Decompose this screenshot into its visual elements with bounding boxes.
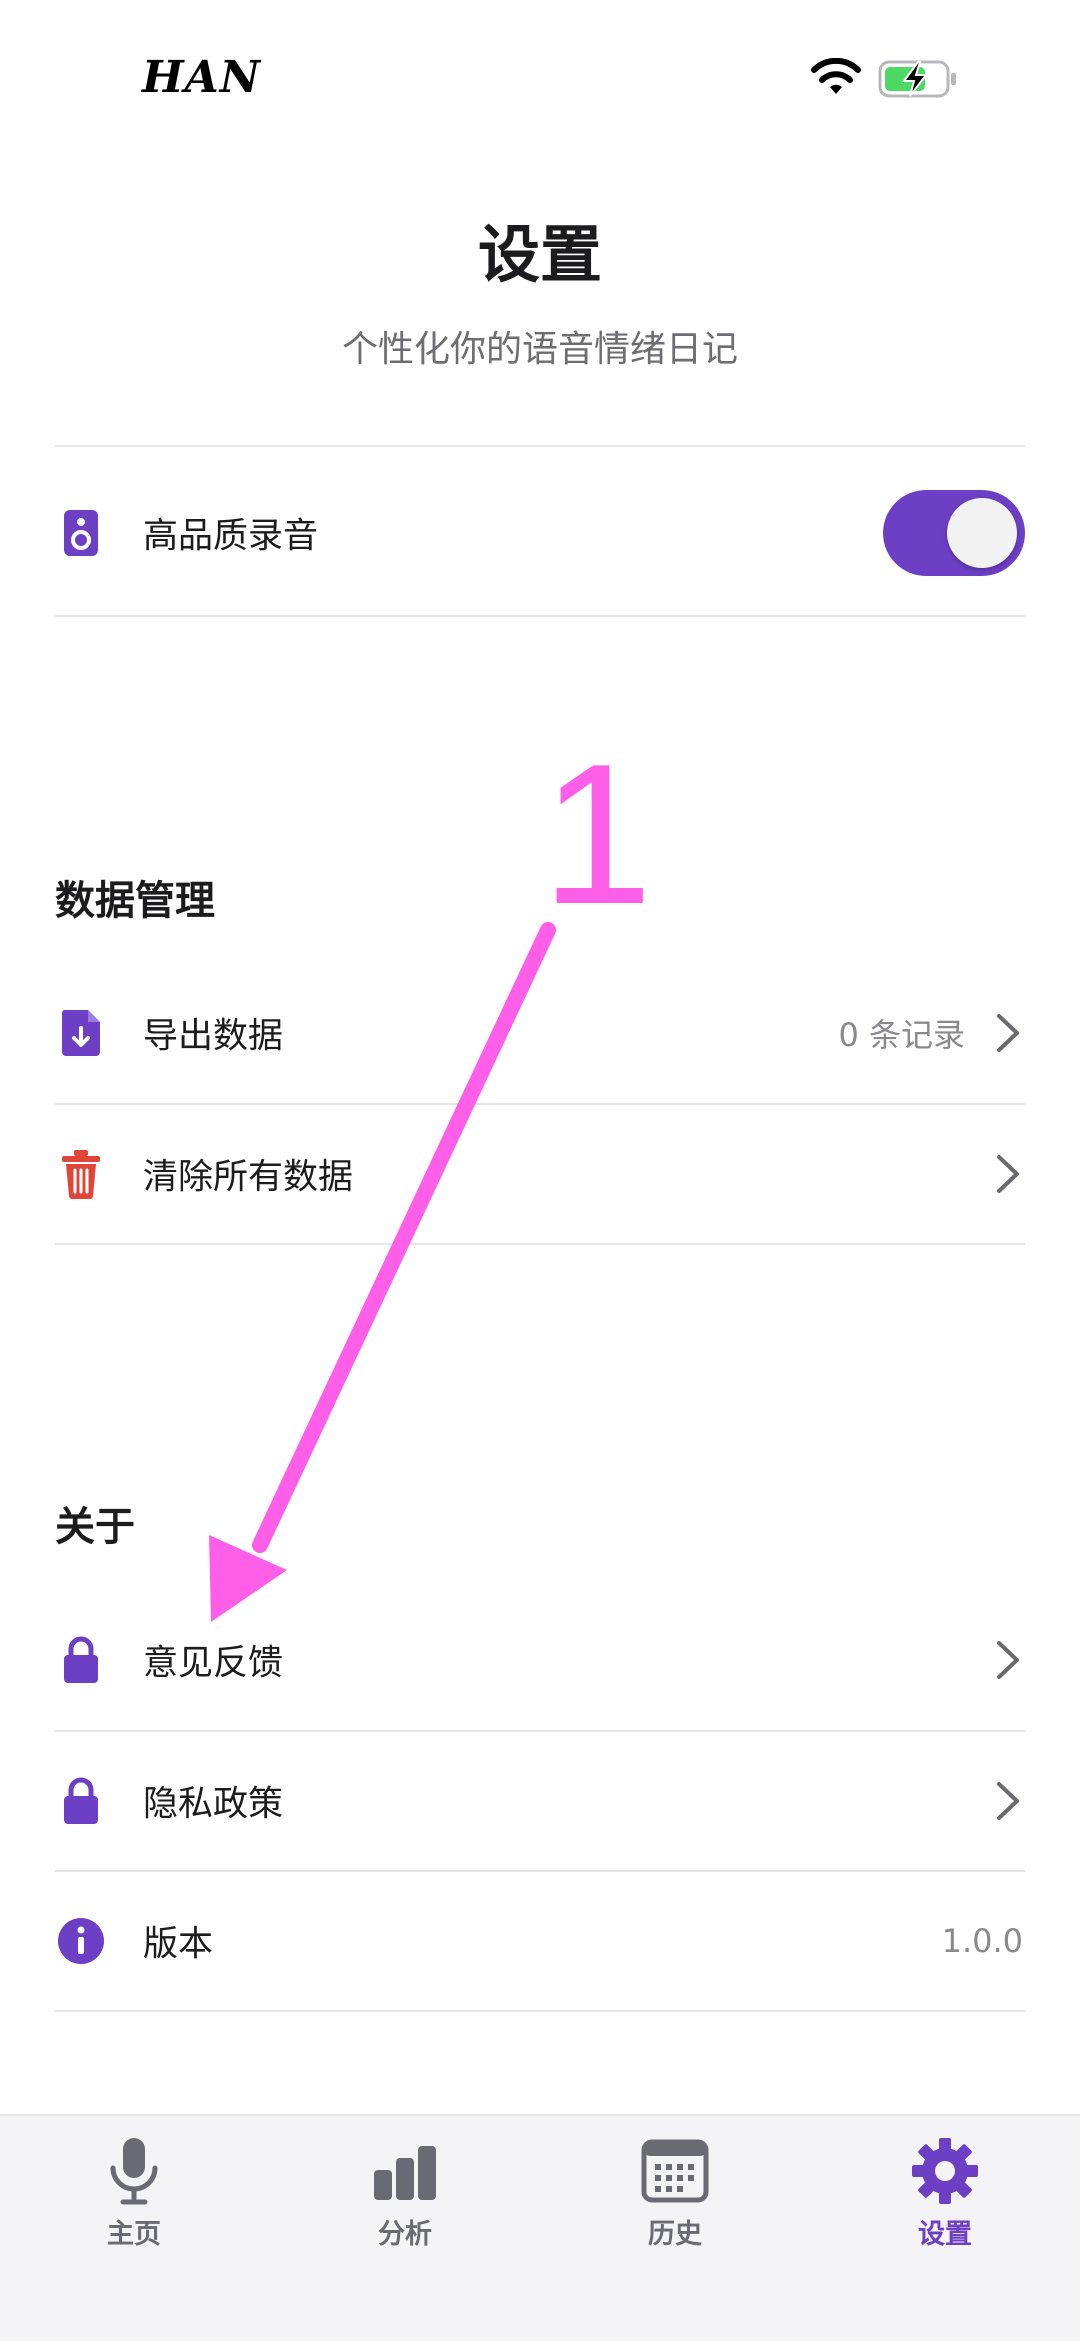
annotation-marker: 1 <box>541 723 652 946</box>
speaker-icon <box>55 507 107 559</box>
tab-settings-label: 设置 <box>918 2219 972 2250</box>
bar-chart-icon <box>374 2146 436 2200</box>
tab-analysis-label: 分析 <box>378 2219 432 2250</box>
trash-icon <box>55 1148 107 1200</box>
export-data-label: 导出数据 <box>143 1016 284 1057</box>
tab-history-label: 历史 <box>648 2219 702 2250</box>
divider <box>55 2010 1025 2012</box>
microphone-icon <box>110 2138 158 2205</box>
version-label: 版本 <box>143 1924 214 1965</box>
export-data-row[interactable]: 导出数据 0 条记录 <box>55 963 1025 1103</box>
tab-home[interactable]: 主页 <box>64 2136 204 2276</box>
lock-icon <box>55 1634 107 1686</box>
section-title-data-management: 数据管理 <box>55 878 215 924</box>
export-file-icon <box>55 1007 107 1059</box>
feedback-label: 意见反馈 <box>143 1643 284 1684</box>
privacy-policy-label: 隐私政策 <box>143 1784 284 1825</box>
chevron-right-icon <box>997 1155 1019 1193</box>
tab-home-label: 主页 <box>107 2219 161 2250</box>
page-header: 设置 个性化你的语音情绪日记 <box>0 210 1080 372</box>
page-title: 设置 <box>477 218 602 291</box>
divider <box>55 1243 1025 1245</box>
high-quality-recording-row: 高品质录音 <box>55 463 1025 603</box>
high-quality-recording-toggle[interactable] <box>883 490 1025 576</box>
tab-history[interactable]: 历史 <box>605 2136 745 2276</box>
toggle-knob <box>947 498 1017 568</box>
chevron-right-icon <box>997 1641 1019 1679</box>
feedback-row[interactable]: 意见反馈 <box>55 1590 1025 1730</box>
page-subtitle: 个性化你的语音情绪日记 <box>341 329 738 370</box>
divider <box>55 615 1025 617</box>
carrier-name: HAN <box>142 52 261 103</box>
wifi-icon <box>811 58 861 94</box>
chevron-right-icon <box>997 1014 1019 1052</box>
lock-icon <box>55 1775 107 1827</box>
section-title-about: 关于 <box>55 1504 135 1550</box>
battery-icon <box>878 60 956 98</box>
divider <box>55 445 1025 447</box>
calendar-icon <box>641 2139 709 2203</box>
version-row: 版本 1.0.0 <box>55 1871 1025 2011</box>
tab-settings[interactable]: 设置 <box>875 2136 1015 2276</box>
version-value: 1.0.0 <box>941 1922 1023 1960</box>
record-count: 0 条记录 <box>838 1016 965 1054</box>
privacy-policy-row[interactable]: 隐私政策 <box>55 1731 1025 1871</box>
tab-bar: 主页 分析 历史 设置 <box>0 2114 1080 2341</box>
clear-all-data-row[interactable]: 清除所有数据 <box>55 1104 1025 1244</box>
gear-icon <box>912 2138 978 2204</box>
high-quality-recording-label: 高品质录音 <box>143 516 319 557</box>
status-bar: HAN <box>0 0 1080 150</box>
chevron-right-icon <box>997 1782 1019 1820</box>
clear-all-data-label: 清除所有数据 <box>143 1157 354 1198</box>
tab-analysis[interactable]: 分析 <box>335 2136 475 2276</box>
info-icon <box>55 1915 107 1967</box>
